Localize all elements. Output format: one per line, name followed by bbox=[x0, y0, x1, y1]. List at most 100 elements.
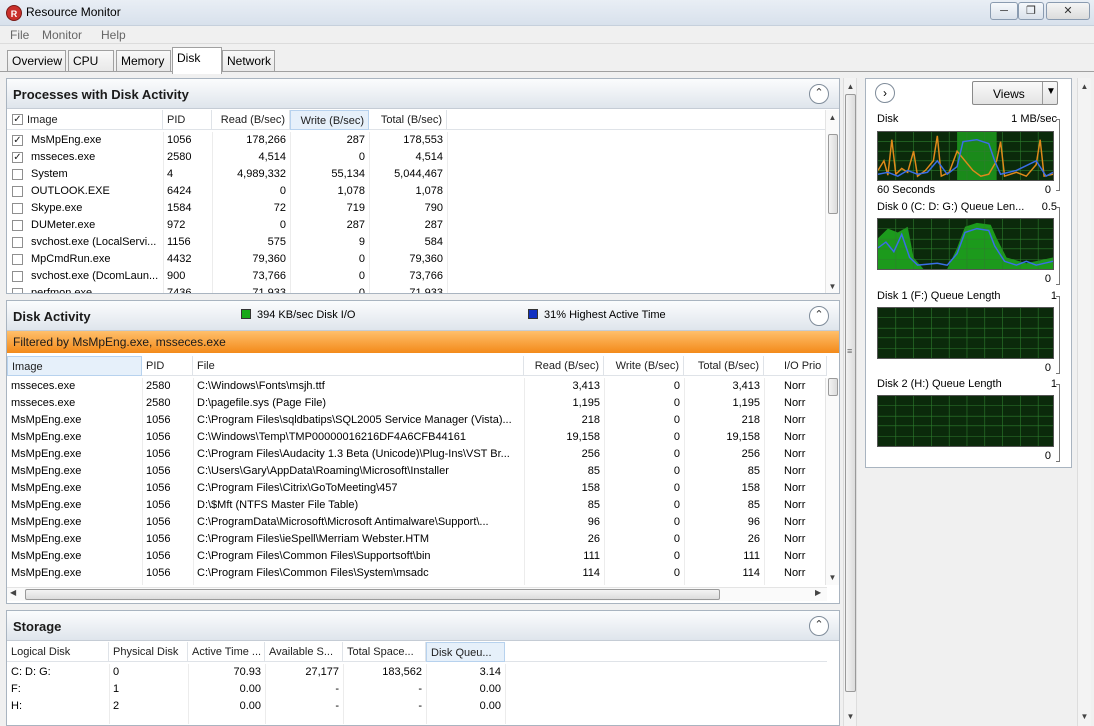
write-cell: 1,078 bbox=[337, 185, 365, 197]
table-row[interactable]: MsMpEng.exe 1056 C:\Program Files\Common F… bbox=[7, 548, 827, 565]
table-row[interactable]: System 4 4,989,332 55,134 5,044,467 bbox=[7, 166, 827, 183]
splitter-grip-icon[interactable]: ≡ bbox=[847, 346, 852, 356]
scroll-down-icon[interactable]: ▼ bbox=[844, 710, 857, 723]
scroll-left-icon[interactable]: ◀ bbox=[10, 588, 16, 597]
table-row[interactable]: F: 1 0.00 - - 0.00 bbox=[7, 681, 827, 698]
process-checkbox[interactable] bbox=[12, 271, 23, 282]
file-cell: C:\Program Files\Common Files\Supportsof… bbox=[197, 550, 431, 562]
col-pid[interactable]: PID bbox=[142, 356, 193, 376]
table-row[interactable]: svchost.exe (LocalServi... 1156 575 9 584 bbox=[7, 234, 827, 251]
scroll-up-icon[interactable]: ▲ bbox=[826, 111, 839, 124]
graph-pane-vertical-scrollbar[interactable]: ▲ ▼ bbox=[1077, 78, 1091, 726]
table-row[interactable]: MsMpEng.exe 1056 D:\$Mft (NTFS Master File… bbox=[7, 497, 827, 514]
process-checkbox[interactable] bbox=[12, 169, 23, 180]
col-write[interactable]: Write (B/sec) bbox=[604, 356, 684, 376]
scroll-down-icon[interactable]: ▼ bbox=[826, 571, 839, 584]
main-vertical-scrollbar[interactable]: ▲ ≡ ▼ bbox=[843, 78, 857, 726]
col-total[interactable]: Total (B/sec) bbox=[369, 110, 447, 130]
collapse-processes-button[interactable]: ⌃ bbox=[809, 84, 829, 104]
process-checkbox[interactable] bbox=[12, 220, 23, 231]
restore-button[interactable]: ❐ bbox=[1018, 2, 1044, 20]
scroll-up-icon[interactable]: ▲ bbox=[1078, 80, 1091, 93]
table-row[interactable]: svchost.exe (DcomLaun... 900 73,766 0 73,766 bbox=[7, 268, 827, 285]
processes-header[interactable]: Processes with Disk Activity ⌃ bbox=[7, 79, 839, 109]
table-row[interactable]: MsMpEng.exe 1056 C:\Program Files\Citrix\G… bbox=[7, 480, 827, 497]
scroll-thumb[interactable] bbox=[828, 378, 838, 396]
tab-cpu[interactable]: CPU bbox=[68, 50, 114, 72]
col-logical-disk[interactable]: Logical Disk bbox=[7, 642, 109, 662]
horizontal-scroll-thumb[interactable] bbox=[25, 589, 720, 600]
total-cell: 73,766 bbox=[409, 270, 443, 282]
process-checkbox[interactable]: ✓ bbox=[12, 135, 23, 146]
close-button[interactable]: ✕ bbox=[1046, 2, 1090, 20]
table-row[interactable]: MsMpEng.exe 1056 C:\Program Files\Audacity… bbox=[7, 446, 827, 463]
scroll-right-icon[interactable]: ▶ bbox=[815, 588, 821, 597]
col-physical-disk[interactable]: Physical Disk bbox=[109, 642, 188, 662]
read-cell: 218 bbox=[581, 414, 600, 426]
col-available-space[interactable]: Available S... bbox=[265, 642, 343, 662]
menu-file[interactable]: File bbox=[10, 28, 29, 42]
col-io-priority[interactable]: I/O Prio bbox=[764, 356, 827, 376]
disk-queue-cell: 0.00 bbox=[479, 683, 501, 695]
col-total[interactable]: Total (B/sec) bbox=[684, 356, 764, 376]
table-row[interactable]: MsMpEng.exe 1056 C:\Program Files\ieSpell\… bbox=[7, 531, 827, 548]
collapse-graphs-button[interactable]: › bbox=[875, 83, 895, 103]
menu-monitor[interactable]: Monitor bbox=[42, 28, 82, 42]
tab-network[interactable]: Network bbox=[222, 50, 275, 72]
collapse-disk-activity-button[interactable]: ⌃ bbox=[809, 306, 829, 326]
select-all-checkbox[interactable]: ✓ bbox=[12, 114, 23, 125]
table-row[interactable]: MpCmdRun.exe 4432 79,360 0 79,360 bbox=[7, 251, 827, 268]
scroll-thumb[interactable] bbox=[828, 134, 838, 214]
scroll-up-icon[interactable]: ▲ bbox=[844, 80, 857, 93]
col-file[interactable]: File bbox=[193, 356, 524, 376]
col-read[interactable]: Read (B/sec) bbox=[524, 356, 604, 376]
table-row[interactable]: MsMpEng.exe 1056 C:\Program Files\Common F… bbox=[7, 565, 827, 582]
main-scroll-thumb[interactable] bbox=[845, 94, 856, 692]
table-row[interactable]: Skype.exe 1584 72 719 790 bbox=[7, 200, 827, 217]
write-cell: 55,134 bbox=[331, 168, 365, 180]
minimize-button[interactable]: ─ bbox=[990, 2, 1018, 20]
table-row[interactable]: perfmon.exe 7436 71,933 0 71,933 bbox=[7, 285, 827, 293]
tab-disk[interactable]: Disk bbox=[172, 47, 222, 74]
col-read[interactable]: Read (B/sec) bbox=[212, 110, 290, 130]
disk1-queue-graph-title: Disk 1 (F:) Queue Length bbox=[877, 290, 1001, 302]
disk-activity-header[interactable]: Disk Activity 394 KB/sec Disk I/O 31% Hi… bbox=[7, 301, 839, 331]
scroll-down-icon[interactable]: ▼ bbox=[1078, 710, 1091, 723]
table-row[interactable]: MsMpEng.exe 1056 C:\Program Files\sqldbati… bbox=[7, 412, 827, 429]
processes-vertical-scrollbar[interactable]: ▲ ▼ bbox=[825, 110, 839, 293]
views-dropdown[interactable]: Views ▼ bbox=[972, 81, 1058, 105]
disk-activity-horizontal-scrollbar[interactable]: ◀ ▶ bbox=[7, 587, 827, 601]
process-checkbox[interactable] bbox=[12, 254, 23, 265]
table-row[interactable]: H: 2 0.00 - - 0.00 bbox=[7, 698, 827, 715]
process-checkbox[interactable] bbox=[12, 237, 23, 248]
process-checkbox[interactable]: ✓ bbox=[12, 152, 23, 163]
storage-table-body: C: D: G: 0 70.93 27,177 183,562 3.14 F: 1 0.00 - -… bbox=[7, 664, 827, 724]
col-disk-queue[interactable]: Disk Queu... bbox=[426, 642, 505, 662]
col-pid[interactable]: PID bbox=[163, 110, 212, 130]
process-checkbox[interactable] bbox=[12, 186, 23, 197]
col-total-space[interactable]: Total Space... bbox=[343, 642, 426, 662]
col-active-time[interactable]: Active Time ... bbox=[188, 642, 265, 662]
col-image[interactable]: Image bbox=[7, 356, 142, 376]
storage-header[interactable]: Storage ⌃ bbox=[7, 611, 839, 641]
table-row[interactable]: OUTLOOK.EXE 6424 0 1,078 1,078 bbox=[7, 183, 827, 200]
disk-activity-vertical-scrollbar[interactable]: ▼ bbox=[825, 378, 839, 585]
table-row[interactable]: msseces.exe 2580 C:\Windows\Fonts\msjh.ttf… bbox=[7, 378, 827, 395]
table-row[interactable]: MsMpEng.exe 1056 C:\Users\Gary\AppData\Roa… bbox=[7, 463, 827, 480]
table-row[interactable]: msseces.exe 2580 D:\pagefile.sys (Page Fil… bbox=[7, 395, 827, 412]
tab-overview[interactable]: Overview bbox=[7, 50, 66, 72]
col-write[interactable]: Write (B/sec) bbox=[290, 110, 369, 130]
tab-memory[interactable]: Memory bbox=[116, 50, 171, 72]
table-row[interactable]: MsMpEng.exe 1056 C:\Windows\Temp\TMP000000… bbox=[7, 429, 827, 446]
menu-help[interactable]: Help bbox=[101, 28, 126, 42]
table-row[interactable]: MsMpEng.exe 1056 C:\ProgramData\Microsoft\… bbox=[7, 514, 827, 531]
process-checkbox[interactable] bbox=[12, 203, 23, 214]
col-image[interactable]: Image bbox=[7, 110, 163, 130]
table-row[interactable]: ✓ msseces.exe 2580 4,514 0 4,514 bbox=[7, 149, 827, 166]
table-row[interactable]: DUMeter.exe 972 0 287 287 bbox=[7, 217, 827, 234]
collapse-storage-button[interactable]: ⌃ bbox=[809, 616, 829, 636]
table-row[interactable]: ✓ MsMpEng.exe 1056 178,266 287 178,553 bbox=[7, 132, 827, 149]
scroll-down-icon[interactable]: ▼ bbox=[826, 280, 839, 293]
process-checkbox[interactable] bbox=[12, 288, 23, 293]
table-row[interactable]: C: D: G: 0 70.93 27,177 183,562 3.14 bbox=[7, 664, 827, 681]
